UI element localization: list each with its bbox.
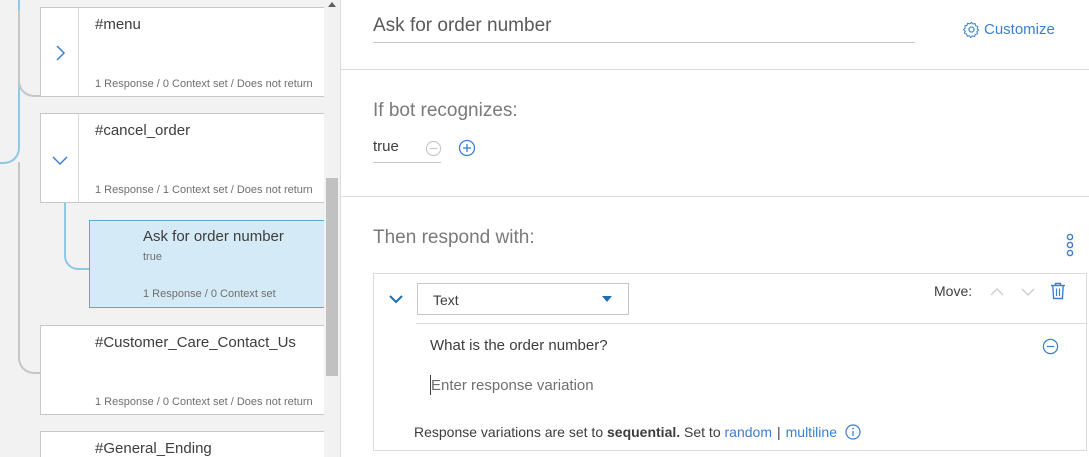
node-title: #cancel_order (95, 122, 191, 139)
node-name-field[interactable]: Ask for order number (373, 14, 915, 43)
response-card: Text Move: What is the order number? R (373, 273, 1087, 451)
info-icon[interactable] (845, 424, 861, 440)
customize-button[interactable]: Customize (963, 21, 1055, 38)
trash-icon[interactable] (1050, 282, 1066, 300)
node-toggle[interactable] (41, 114, 79, 202)
note-set-to: Set to (684, 424, 721, 440)
chevron-up-icon[interactable] (989, 287, 1005, 297)
tree-connector (64, 202, 91, 270)
overflow-menu-icon[interactable] (1065, 233, 1075, 259)
chevron-down-icon[interactable] (51, 154, 69, 166)
divider (341, 69, 1089, 70)
note-prefix: Response variations are set to (414, 424, 604, 440)
tree-node-ask-for-order-number[interactable]: Ask for order number true 1 Response / 0… (89, 220, 329, 308)
response-variation[interactable]: What is the order number? (430, 337, 608, 354)
node-meta: 1 Response / 0 Context set / Does not re… (95, 396, 313, 408)
chevron-right-icon[interactable] (53, 44, 67, 62)
customize-label: Customize (984, 21, 1055, 38)
node-editor-panel: Ask for order number Customize If bot re… (340, 0, 1089, 457)
condition-label: If bot recognizes: (373, 100, 518, 121)
node-title: #General_Ending (95, 440, 212, 457)
node-condition: true (143, 251, 162, 263)
tree-connector (18, 162, 42, 374)
node-meta: 1 Response / 1 Context set / Does not re… (95, 184, 313, 196)
tree-node-general-ending[interactable]: #General_Ending (40, 431, 340, 457)
add-condition-icon[interactable] (458, 139, 476, 157)
note-separator: | (776, 424, 781, 440)
note-mode: sequential. (607, 424, 681, 440)
tree-node-cancel-order[interactable]: #cancel_order 1 Response / 1 Context set… (40, 113, 340, 203)
node-title: #menu (95, 16, 141, 33)
remove-variation-icon[interactable] (1042, 338, 1059, 355)
variation-mode-note: Response variations are set to sequentia… (414, 424, 861, 440)
caret-down-icon (602, 296, 612, 302)
random-link[interactable]: random (725, 424, 772, 440)
response-type-value: Text (433, 292, 459, 308)
tree-scrollbar-thumb[interactable] (326, 178, 338, 376)
node-toggle[interactable] (41, 8, 79, 96)
response-variation-input[interactable] (430, 375, 831, 395)
tree-connector (0, 0, 20, 164)
node-title: #Customer_Care_Contact_Us (95, 334, 296, 351)
tree-connector (18, 10, 42, 97)
tree-node-customer-care-contact-us[interactable]: #Customer_Care_Contact_Us 1 Response / 0… (40, 325, 340, 415)
response-type-select[interactable]: Text (417, 283, 629, 315)
remove-condition-icon[interactable] (425, 140, 442, 157)
divider (416, 323, 1086, 324)
dialog-tree-panel: #menu 1 Response / 0 Context set / Does … (0, 0, 340, 457)
tree-node-menu[interactable]: #menu 1 Response / 0 Context set / Does … (40, 7, 340, 97)
node-meta: 1 Response / 0 Context set / Does not re… (95, 78, 313, 90)
move-label: Move: (934, 283, 973, 299)
node-title: Ask for order number (143, 228, 284, 245)
condition-value: true (373, 138, 399, 155)
chevron-down-icon[interactable] (388, 293, 404, 305)
scroll-up-arrow-icon[interactable] (327, 0, 337, 8)
gear-icon (963, 21, 980, 38)
multiline-link[interactable]: multiline (786, 424, 837, 440)
response-label: Then respond with: (373, 227, 535, 248)
divider (341, 196, 1089, 197)
chevron-down-icon[interactable] (1020, 287, 1036, 297)
node-meta: 1 Response / 0 Context set (143, 288, 276, 300)
